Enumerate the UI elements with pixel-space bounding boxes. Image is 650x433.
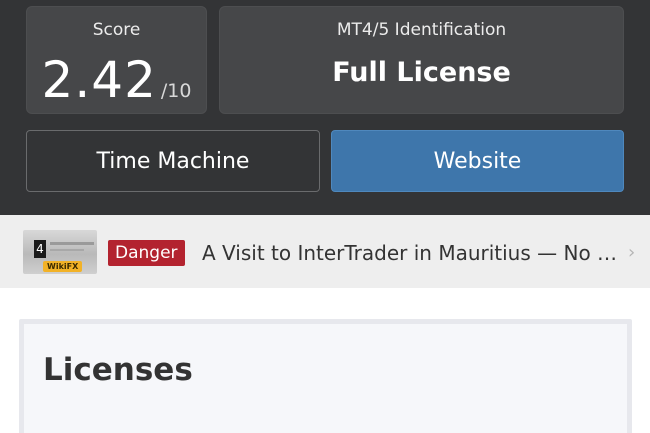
chevron-right-icon[interactable]: › bbox=[628, 242, 635, 264]
mt-identification-card: MT4/5 Identification Full License bbox=[219, 6, 624, 114]
score-value: 2.42 bbox=[41, 51, 157, 109]
thumbnail-text-line bbox=[50, 242, 94, 245]
wikifx-badge: WikiFX bbox=[43, 261, 83, 272]
score-card: Score 2.42/10 bbox=[26, 6, 207, 114]
score-label: Score bbox=[92, 20, 141, 40]
website-button[interactable]: Website bbox=[331, 130, 624, 192]
news-thumbnail: 4 WikiFX bbox=[23, 230, 97, 274]
score-out-of: /10 bbox=[160, 80, 192, 102]
danger-badge: Danger bbox=[108, 240, 185, 266]
header-section: Score 2.42/10 MT4/5 Identification Full … bbox=[0, 0, 650, 215]
news-title[interactable]: A Visit to InterTrader in Mauritius — No… bbox=[202, 240, 622, 266]
licenses-title: Licenses bbox=[43, 352, 193, 388]
score-display: 2.42/10 bbox=[27, 51, 206, 109]
thumbnail-sign: 4 bbox=[34, 240, 46, 258]
mt-identification-value: Full License bbox=[332, 57, 511, 88]
time-machine-button[interactable]: Time Machine bbox=[26, 130, 320, 192]
page: Score 2.42/10 MT4/5 Identification Full … bbox=[0, 0, 650, 433]
mt-identification-label: MT4/5 Identification bbox=[336, 20, 507, 40]
thumbnail-text-line bbox=[50, 249, 84, 251]
